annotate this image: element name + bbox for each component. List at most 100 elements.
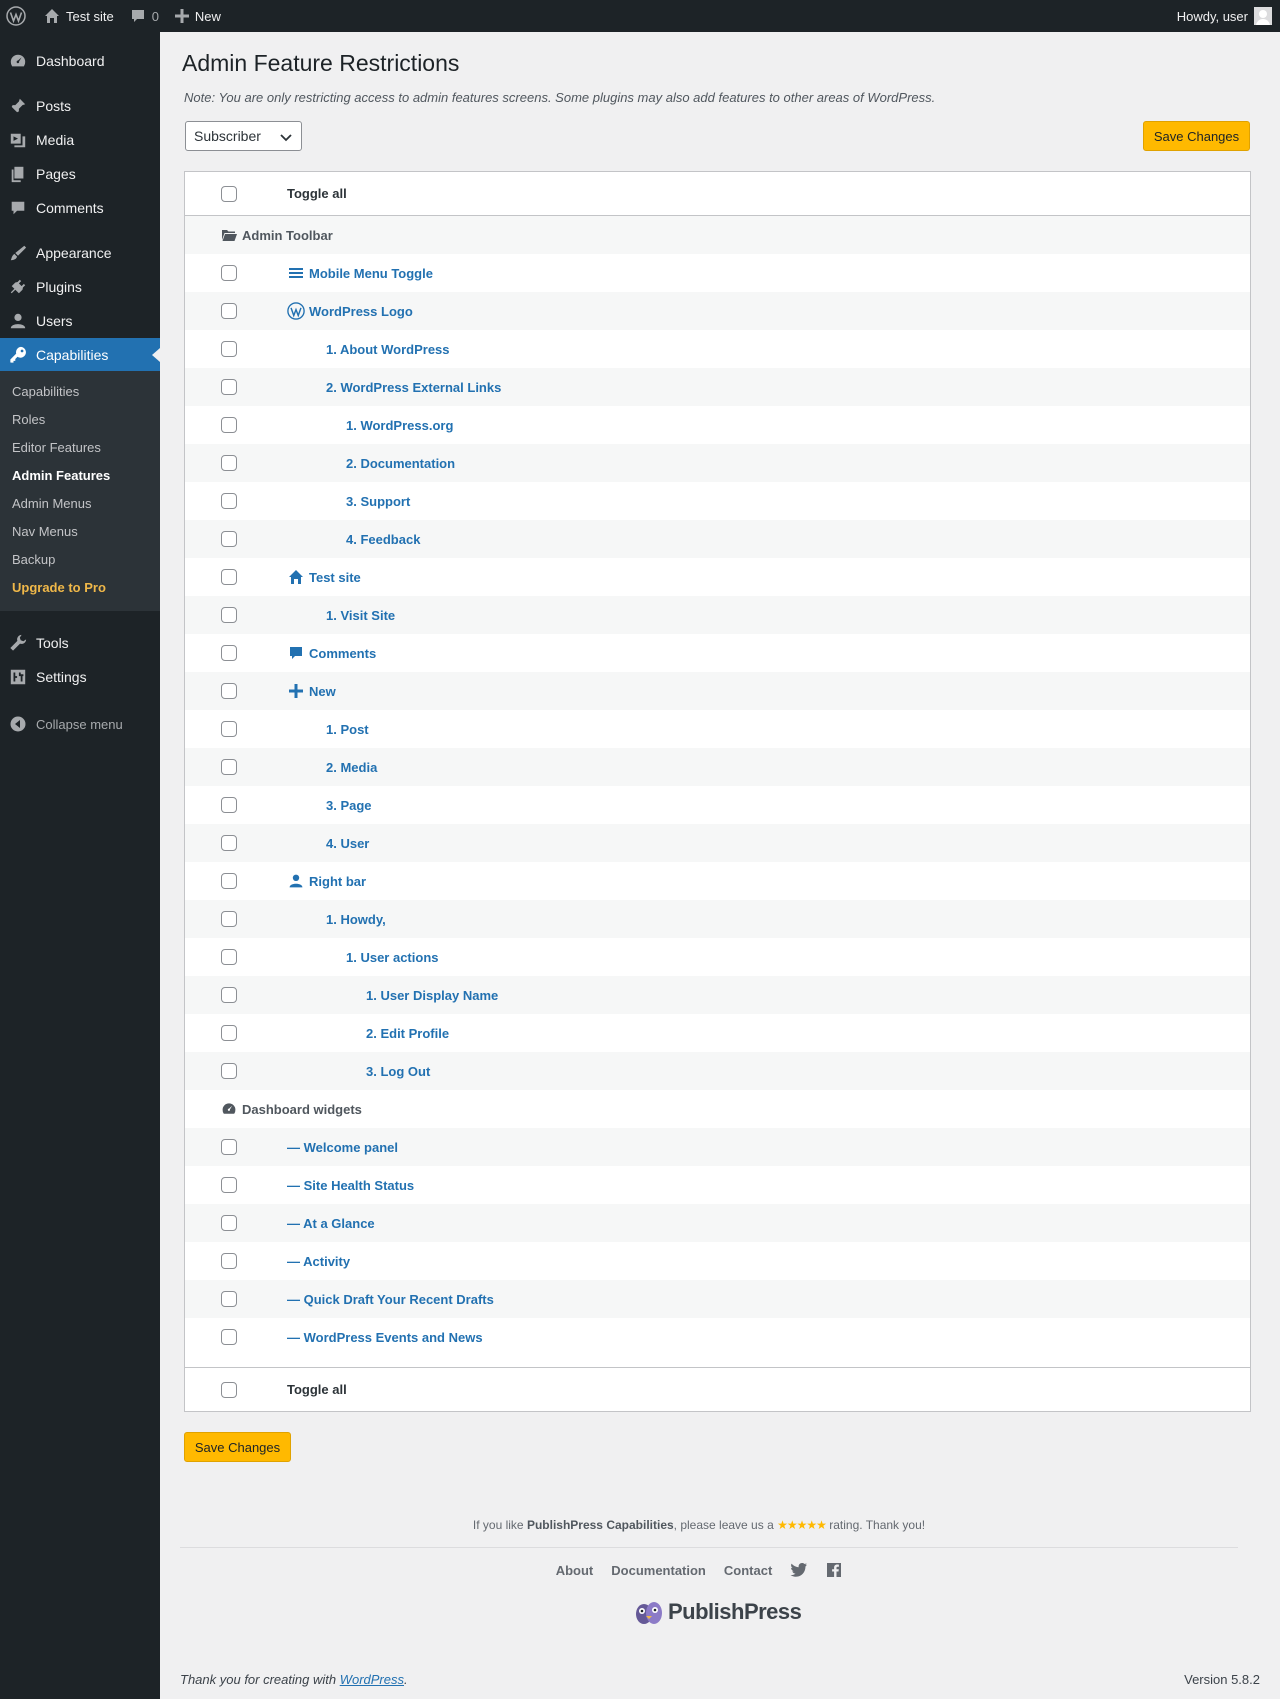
feature-checkbox[interactable] bbox=[221, 721, 237, 737]
feature-row-feedback: 4. Feedback bbox=[185, 520, 1250, 558]
collapse-menu-button[interactable]: Collapse menu bbox=[0, 716, 123, 732]
section-dashboard-widgets: Dashboard widgets bbox=[185, 1090, 1250, 1128]
feature-checkbox[interactable] bbox=[221, 1291, 237, 1307]
new-content-menu[interactable]: New bbox=[167, 0, 229, 32]
capabilities-submenu: Capabilities Roles Editor Features Admin… bbox=[0, 371, 160, 611]
feature-row-wordpress-org: 1. WordPress.org bbox=[185, 406, 1250, 444]
feature-row-quick-draft: — Quick Draft Your Recent Drafts bbox=[185, 1280, 1250, 1318]
feature-checkbox[interactable] bbox=[221, 1139, 237, 1155]
sidebar-item-posts[interactable]: Posts bbox=[0, 89, 160, 123]
sidebar-item-plugins[interactable]: Plugins bbox=[0, 270, 160, 304]
feature-label: — WordPress Events and News bbox=[287, 1329, 483, 1345]
plus-icon bbox=[289, 684, 303, 698]
my-account-menu[interactable]: Howdy, user bbox=[1169, 0, 1280, 32]
rating-stars[interactable]: ★★★★★ bbox=[777, 1518, 827, 1532]
feature-checkbox[interactable] bbox=[221, 341, 237, 357]
feature-checkbox[interactable] bbox=[221, 455, 237, 471]
feature-checkbox[interactable] bbox=[221, 987, 237, 1003]
feature-checkbox[interactable] bbox=[221, 1215, 237, 1231]
footer-link-contact[interactable]: Contact bbox=[724, 1563, 772, 1578]
feature-label: 4. User bbox=[326, 835, 370, 851]
feature-checkbox[interactable] bbox=[221, 1177, 237, 1193]
toggle-all-row: Toggle all bbox=[185, 172, 1250, 216]
feature-label: 3. Log Out bbox=[366, 1063, 431, 1079]
feature-checkbox[interactable] bbox=[221, 645, 237, 661]
feature-checkbox[interactable] bbox=[221, 683, 237, 699]
footer-link-about[interactable]: About bbox=[556, 1563, 594, 1578]
feature-checkbox[interactable] bbox=[221, 1063, 237, 1079]
submenu-upgrade-to-pro[interactable]: Upgrade to Pro bbox=[12, 580, 106, 595]
feature-checkbox[interactable] bbox=[221, 835, 237, 851]
feature-row-user-display-name: 1. User Display Name bbox=[185, 976, 1250, 1014]
feature-checkbox[interactable] bbox=[221, 1025, 237, 1041]
footer-link-documentation[interactable]: Documentation bbox=[611, 1563, 706, 1578]
submenu-admin-menus[interactable]: Admin Menus bbox=[12, 496, 91, 511]
plus-icon bbox=[174, 9, 189, 23]
feature-row-user: 4. User bbox=[185, 824, 1250, 862]
toggle-all-checkbox[interactable] bbox=[221, 186, 237, 202]
submenu-capabilities[interactable]: Capabilities bbox=[12, 384, 79, 399]
feature-checkbox[interactable] bbox=[221, 569, 237, 585]
publishpress-brand: PublishPress bbox=[668, 1599, 802, 1624]
sidebar-item-label: Capabilities bbox=[36, 347, 109, 363]
feature-row-wordpress-logo: WordPress Logo bbox=[185, 292, 1250, 330]
sidebar-item-pages[interactable]: Pages bbox=[0, 157, 160, 191]
sidebar-item-tools[interactable]: Tools bbox=[0, 626, 160, 660]
feature-checkbox[interactable] bbox=[221, 379, 237, 395]
feature-checkbox[interactable] bbox=[221, 303, 237, 319]
media-icon bbox=[10, 133, 26, 148]
feature-checkbox[interactable] bbox=[221, 1329, 237, 1345]
rating-suffix: rating. Thank you! bbox=[829, 1518, 926, 1532]
user-icon bbox=[10, 313, 26, 329]
sidebar-item-label: Appearance bbox=[36, 245, 112, 261]
toggle-all-label: Toggle all bbox=[287, 1382, 347, 1397]
footer-links: About Documentation Contact bbox=[160, 1562, 1238, 1578]
feature-label: 1. Post bbox=[326, 721, 369, 737]
feature-row-howdy: 1. Howdy, bbox=[185, 900, 1250, 938]
wordpress-logo-icon bbox=[6, 6, 26, 26]
submenu-roles[interactable]: Roles bbox=[12, 412, 45, 427]
submenu-nav-menus[interactable]: Nav Menus bbox=[12, 524, 78, 539]
sidebar-item-settings[interactable]: Settings bbox=[0, 660, 160, 694]
comment-icon bbox=[11, 201, 25, 215]
feature-row-visit-site: 1. Visit Site bbox=[185, 596, 1250, 634]
feature-checkbox[interactable] bbox=[221, 607, 237, 623]
feature-checkbox[interactable] bbox=[221, 417, 237, 433]
feature-checkbox[interactable] bbox=[221, 797, 237, 813]
wordpress-link[interactable]: WordPress bbox=[340, 1672, 404, 1687]
save-changes-button-bottom[interactable]: Save Changes bbox=[184, 1432, 291, 1462]
settings-icon bbox=[10, 669, 26, 685]
sidebar-item-capabilities[interactable]: Capabilities bbox=[0, 338, 160, 372]
feature-checkbox[interactable] bbox=[221, 1253, 237, 1269]
sidebar-item-media[interactable]: Media bbox=[0, 123, 160, 157]
sidebar-item-dashboard[interactable]: Dashboard bbox=[0, 44, 160, 78]
feature-checkbox[interactable] bbox=[221, 759, 237, 775]
sidebar-item-comments[interactable]: Comments bbox=[0, 191, 160, 225]
feature-label: — At a Glance bbox=[287, 1215, 375, 1231]
wp-logo-menu[interactable] bbox=[0, 0, 36, 32]
feature-row-activity: — Activity bbox=[185, 1242, 1250, 1280]
sidebar-item-users[interactable]: Users bbox=[0, 304, 160, 338]
sidebar-item-appearance[interactable]: Appearance bbox=[0, 236, 160, 270]
site-name-menu[interactable]: Test site bbox=[36, 0, 122, 32]
dashboard-icon bbox=[222, 1103, 236, 1114]
submenu-admin-features[interactable]: Admin Features bbox=[12, 468, 110, 483]
facebook-icon[interactable] bbox=[826, 1562, 842, 1578]
feature-checkbox[interactable] bbox=[221, 873, 237, 889]
twitter-icon[interactable] bbox=[790, 1562, 808, 1578]
feature-checkbox[interactable] bbox=[221, 265, 237, 281]
feature-checkbox[interactable] bbox=[221, 911, 237, 927]
feature-checkbox[interactable] bbox=[221, 949, 237, 965]
toggle-all-checkbox-bottom[interactable] bbox=[221, 1382, 237, 1398]
role-select[interactable]: Subscriber bbox=[185, 121, 302, 151]
save-changes-button-top[interactable]: Save Changes bbox=[1143, 121, 1250, 151]
submenu-editor-features[interactable]: Editor Features bbox=[12, 440, 101, 455]
comments-menu[interactable]: 0 bbox=[122, 0, 167, 32]
feature-row-edit-profile: 2. Edit Profile bbox=[185, 1014, 1250, 1052]
sidebar-item-label: Pages bbox=[36, 166, 76, 182]
admin-sidebar: Dashboard Posts Media Pages Comments App… bbox=[0, 32, 160, 1699]
publishpress-logo[interactable]: PublishPress bbox=[634, 1598, 802, 1626]
submenu-backup[interactable]: Backup bbox=[12, 552, 55, 567]
feature-checkbox[interactable] bbox=[221, 531, 237, 547]
feature-checkbox[interactable] bbox=[221, 493, 237, 509]
